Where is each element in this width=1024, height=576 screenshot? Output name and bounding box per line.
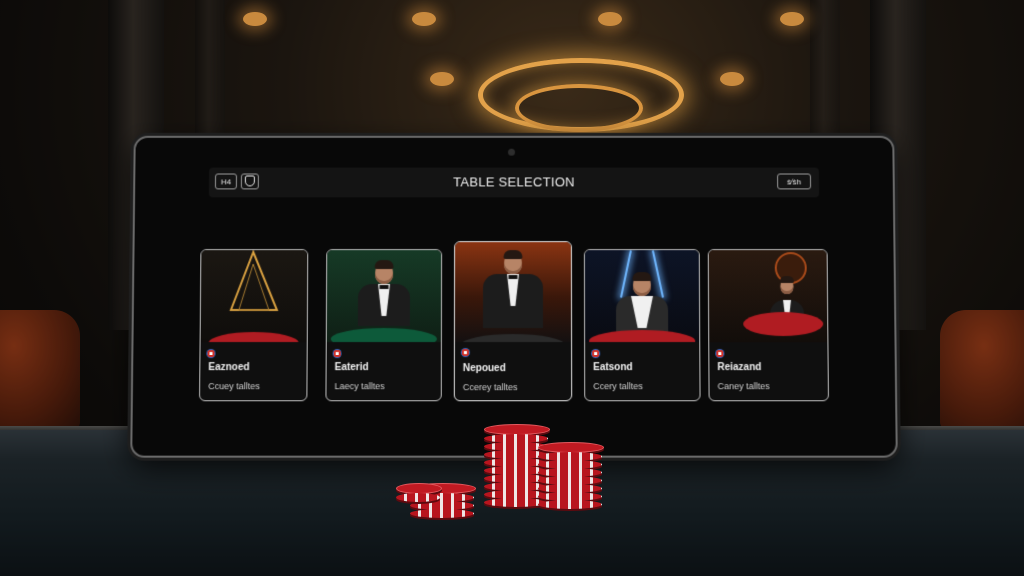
table-card[interactable]: Eaterid Laecy talltes (325, 249, 443, 402)
top-bar: H4 TABLE SELECTION ṡ∕ṡh (208, 167, 820, 198)
camera-icon (508, 148, 515, 156)
table-subtitle: Ccuey talltes (208, 381, 260, 392)
table-preview (708, 250, 828, 343)
chip-icon (206, 349, 216, 359)
table-felt (743, 311, 824, 337)
dealer-figure (481, 250, 545, 332)
chip-icon (332, 349, 342, 359)
table-preview (584, 250, 700, 343)
chandelier-inner-ring (515, 84, 643, 132)
page-title: TABLE SELECTION (453, 174, 575, 190)
ceiling-light (720, 72, 744, 86)
table-name: Eatsond (593, 362, 633, 374)
ceiling-light (598, 12, 622, 26)
table-name: Reiazand (717, 362, 762, 374)
triangle-decor-icon (229, 250, 279, 311)
table-preview (326, 250, 442, 343)
table-card[interactable]: Reiazand Caney talltes (707, 249, 829, 402)
chip-icon (591, 349, 601, 359)
dealer-figure (354, 260, 414, 332)
ceiling-light (412, 12, 436, 26)
table-name: Nepoued (462, 363, 506, 375)
lounge-chair (0, 310, 80, 430)
chip-stack (396, 483, 442, 502)
table-subtitle: Caney talltes (717, 381, 770, 392)
chip-icon (460, 348, 470, 358)
settings-button[interactable]: ṡ∕ṡh (777, 173, 812, 190)
table-felt (589, 330, 696, 343)
table-felt (460, 334, 566, 343)
dealer-figure (612, 272, 672, 339)
ceiling-light (430, 72, 454, 86)
ceiling-light (243, 12, 267, 26)
table-subtitle: Ccerey talltes (462, 382, 518, 393)
table-card-selected[interactable]: Nepoued Ccerey talltes (453, 241, 573, 402)
table-preview (200, 250, 308, 343)
table-felt (330, 328, 437, 343)
table-card[interactable]: Eaznoed Ccuey talltes (199, 249, 309, 402)
lounge-chair (940, 310, 1024, 430)
table-subtitle: Laecy talltes (334, 381, 385, 392)
table-preview (454, 242, 572, 343)
tablet-device: H4 TABLE SELECTION ṡ∕ṡh Eaznoed Ccuey ta… (130, 135, 898, 458)
table-name: Eaznoed (208, 362, 250, 374)
ceiling-light (780, 12, 804, 26)
table-card[interactable]: Eatsond Ccery talltes (583, 249, 701, 402)
chip-icon (715, 349, 725, 359)
table-name: Eaterid (334, 362, 369, 374)
table-subtitle: Ccery talltes (593, 381, 643, 392)
chip-stack (538, 442, 604, 509)
